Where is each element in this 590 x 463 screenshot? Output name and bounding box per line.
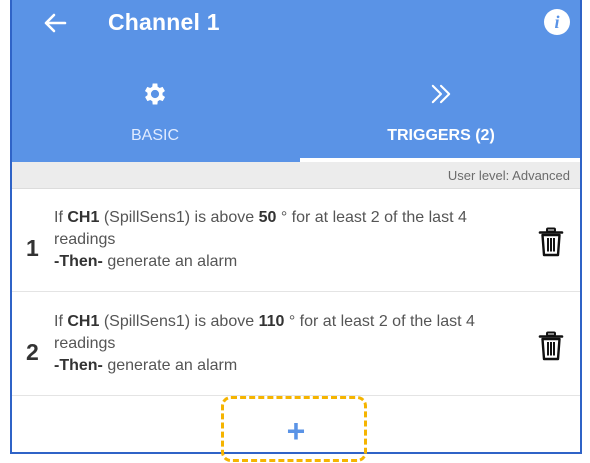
info-button[interactable]: i bbox=[544, 9, 570, 35]
double-chevron-right-icon bbox=[431, 84, 451, 104]
app-bar: Channel 1 i BASIC TRIGGERS (2) bbox=[12, 0, 580, 162]
trigger-if-label: If bbox=[54, 209, 63, 226]
highlight-box bbox=[221, 396, 367, 462]
trigger-row[interactable]: 2 If CH1 (SpillSens1) is above 110 ° for… bbox=[12, 293, 580, 396]
trigger-if-label: If bbox=[54, 313, 63, 330]
info-icon: i bbox=[554, 12, 560, 32]
trigger-description: If CH1 (SpillSens1) is above 110 ° for a… bbox=[54, 311, 514, 377]
arrow-left-icon bbox=[44, 13, 67, 33]
trash-icon[interactable] bbox=[538, 331, 564, 361]
app-frame: Channel 1 i BASIC TRIGGERS (2) User leve… bbox=[10, 0, 582, 454]
trash-icon[interactable] bbox=[538, 227, 564, 257]
trigger-sensor: (SpillSens1) is above bbox=[103, 313, 255, 330]
trigger-description: If CH1 (SpillSens1) is above 50 ° for at… bbox=[54, 207, 514, 273]
trigger-number: 1 bbox=[26, 235, 39, 261]
trigger-row[interactable]: 1 If CH1 (SpillSens1) is above 50 ° for … bbox=[12, 189, 580, 292]
tab-basic[interactable]: BASIC bbox=[12, 72, 298, 162]
trigger-action: generate an alarm bbox=[107, 253, 238, 270]
tab-basic-label: BASIC bbox=[130, 127, 179, 144]
page-title: Channel 1 bbox=[108, 9, 220, 35]
trigger-threshold: 50 bbox=[258, 209, 277, 226]
tab-triggers[interactable]: TRIGGERS (2) bbox=[298, 72, 580, 162]
trigger-channel: CH1 bbox=[67, 209, 100, 226]
user-level-text: User level: Advanced bbox=[447, 168, 570, 183]
trigger-sensor: (SpillSens1) is above bbox=[103, 209, 255, 226]
trigger-then-label: -Then- bbox=[54, 253, 103, 270]
trigger-threshold: 110 bbox=[258, 313, 285, 330]
trigger-channel: CH1 bbox=[67, 313, 100, 330]
back-button[interactable] bbox=[38, 6, 72, 40]
user-level-bar: User level: Advanced bbox=[12, 162, 580, 189]
trigger-number: 2 bbox=[26, 339, 39, 365]
gear-icon bbox=[144, 83, 166, 105]
trigger-then-label: -Then- bbox=[54, 357, 103, 374]
trigger-action: generate an alarm bbox=[107, 357, 238, 374]
tab-triggers-label: TRIGGERS (2) bbox=[387, 127, 495, 144]
